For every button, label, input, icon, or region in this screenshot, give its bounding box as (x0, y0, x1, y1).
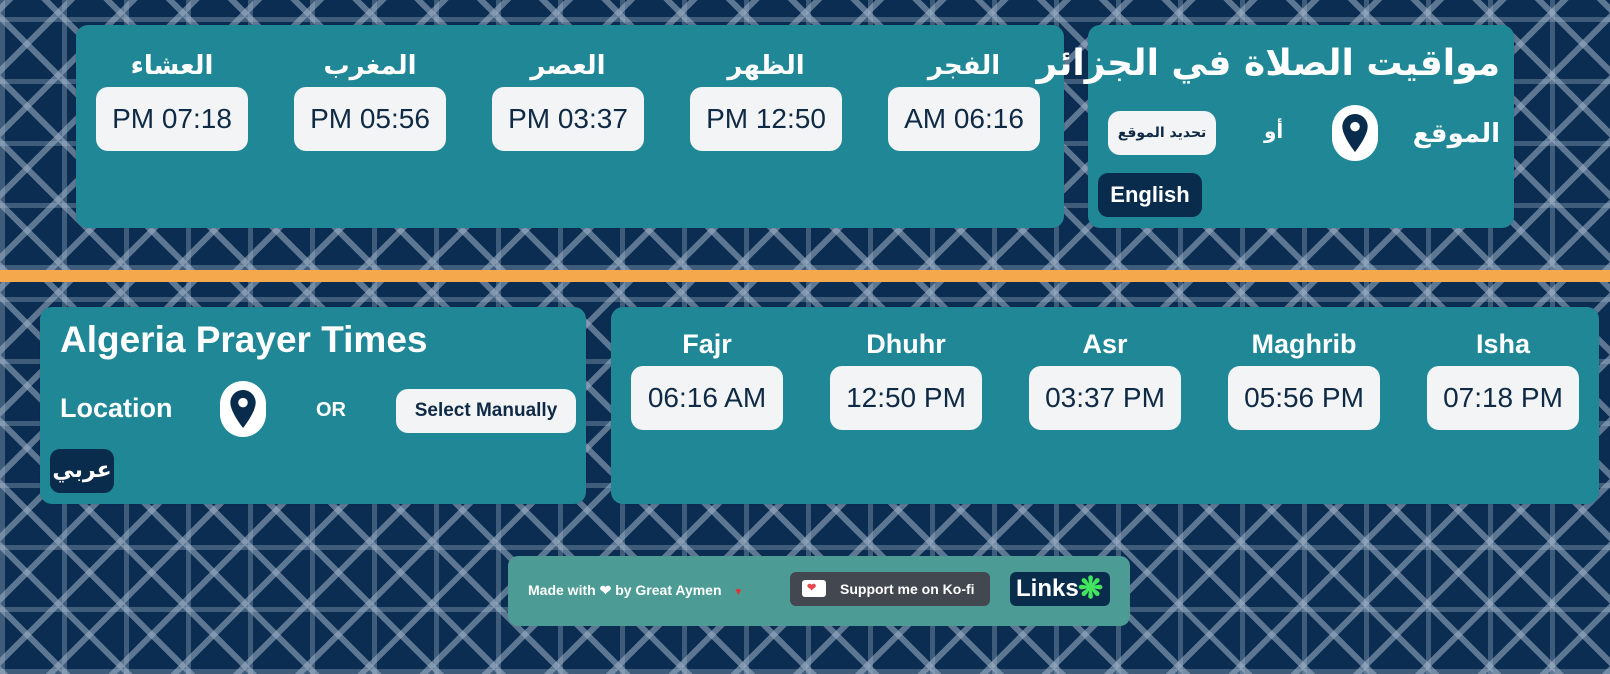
prayer-time: 06:16 AM (631, 366, 783, 430)
prayer-name: العصر (530, 51, 606, 81)
author-text: by Great Aymen (615, 582, 722, 598)
or-label: OR (316, 399, 346, 421)
location-button[interactable] (220, 381, 266, 437)
prayer-time: PM 03:37 (492, 87, 644, 151)
page-title: Algeria Prayer Times (60, 319, 428, 360)
prayer-name: الفجر (927, 51, 1001, 81)
language-toggle-button[interactable]: عربي (50, 449, 114, 493)
prayer-time: PM 05:56 (294, 87, 446, 151)
ar-info-panel: مواقيت الصلاة في الجزائر الموقع أو تحديد… (1036, 25, 1514, 228)
prayer-name: Dhuhr (866, 329, 946, 359)
prayer-name: Fajr (682, 329, 732, 359)
ar-prayer-asr: العصر PM 03:37 (492, 51, 644, 151)
prayer-name: Asr (1082, 329, 1128, 359)
prayer-name: الظهر (727, 51, 805, 81)
language-toggle-button[interactable]: English (1098, 173, 1202, 217)
en-times-panel: Fajr 06:16 AM Dhuhr 12:50 PM Asr 03:37 P… (611, 307, 1599, 504)
links-button[interactable]: Links ❋ (1010, 572, 1110, 606)
map-pin-icon (1342, 114, 1368, 152)
select-manually-button[interactable]: Select Manually (396, 389, 576, 433)
ar-times-panel: العشاء PM 07:18 المغرب PM 05:56 العصر PM… (76, 25, 1064, 228)
location-label: Location (60, 393, 173, 423)
ko-fi-cup-icon: ❤ (802, 580, 826, 597)
ar-prayer-isha: العشاء PM 07:18 (96, 51, 248, 151)
prayer-name: المغرب (323, 51, 417, 81)
triangle-down-icon: ▼ (733, 587, 744, 598)
en-prayer-maghrib: Maghrib 05:56 PM (1228, 329, 1380, 430)
en-prayer-dhuhr: Dhuhr 12:50 PM (830, 329, 982, 430)
prayer-name: Maghrib (1251, 329, 1357, 359)
location-label: الموقع (1412, 119, 1500, 149)
divider-bar (0, 270, 1610, 282)
prayer-name: Isha (1475, 329, 1531, 359)
select-manually-button[interactable]: تحديد الموقع (1108, 111, 1216, 155)
prayer-time: AM 06:16 (888, 87, 1040, 151)
prayer-time: 05:56 PM (1228, 366, 1380, 430)
en-prayer-fajr: Fajr 06:16 AM (631, 329, 783, 430)
prayer-name: العشاء (130, 51, 214, 81)
heart-icon: ❤ (599, 582, 612, 598)
linktree-asterisk-icon: ❋ (1078, 572, 1104, 605)
prayer-time: 07:18 PM (1427, 366, 1579, 430)
footer: Made with ❤ by Great Aymen ▼ ❤ Support m… (508, 556, 1130, 626)
en-prayer-asr: Asr 03:37 PM (1029, 329, 1181, 430)
links-label: Links (1016, 575, 1079, 602)
prayer-time: 12:50 PM (830, 366, 982, 430)
map-pin-icon (230, 390, 256, 428)
kofi-button[interactable]: ❤ Support me on Ko-fi (790, 572, 990, 606)
or-label: أو (1264, 119, 1284, 143)
en-prayer-isha: Isha 07:18 PM (1427, 329, 1579, 430)
page-title: مواقيت الصلاة في الجزائر (1036, 43, 1500, 84)
made-with-text: Made with (528, 582, 596, 598)
en-info-panel: Algeria Prayer Times Location OR Select … (40, 307, 586, 504)
ar-prayer-maghrib: المغرب PM 05:56 (294, 51, 446, 151)
made-with-credit: Made with ❤ by Great Aymen ▼ (528, 582, 743, 599)
location-button[interactable] (1332, 105, 1378, 161)
ar-prayer-dhuhr: الظهر PM 12:50 (690, 51, 842, 151)
kofi-label: Support me on Ko-fi (840, 581, 975, 597)
prayer-time: PM 12:50 (690, 87, 842, 151)
prayer-time: 03:37 PM (1029, 366, 1181, 430)
ar-prayer-fajr: الفجر AM 06:16 (888, 51, 1040, 151)
prayer-time: PM 07:18 (96, 87, 248, 151)
